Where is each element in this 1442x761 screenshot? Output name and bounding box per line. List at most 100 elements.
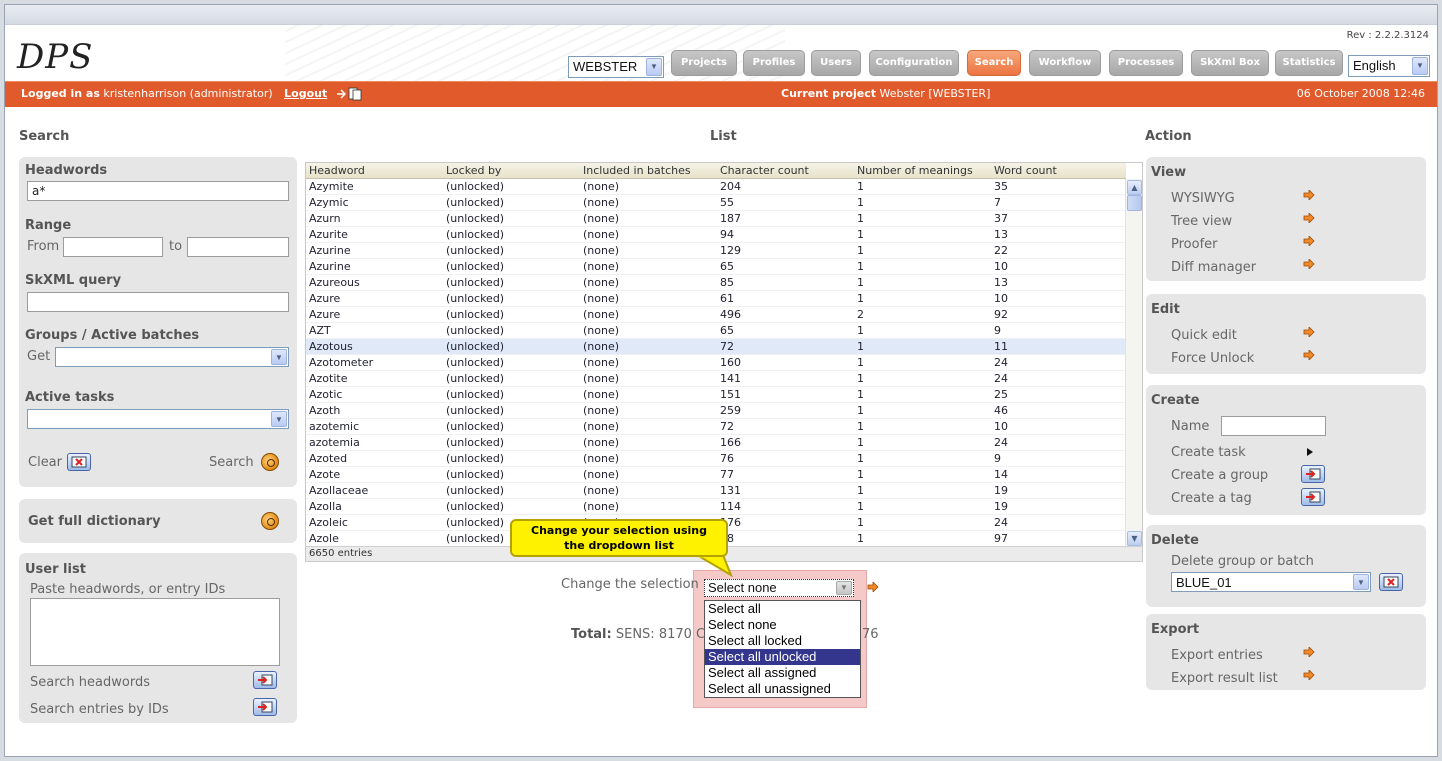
arrow-right-icon[interactable]	[1303, 236, 1315, 246]
view-diff-manager[interactable]: Diff manager	[1171, 260, 1256, 275]
column-header-meanings[interactable]: Number of meanings	[857, 164, 973, 177]
nav-statistics[interactable]: Statistics	[1275, 50, 1343, 76]
revision-label: Rev : 2.2.2.3124	[1346, 30, 1429, 41]
nav-search[interactable]: Search	[967, 50, 1021, 76]
column-header-headword[interactable]: Headword	[309, 164, 365, 177]
table-row[interactable]: Azureous (unlocked) (none) 85 1 13	[306, 275, 1126, 291]
language-select[interactable]: English ▼	[1348, 55, 1430, 77]
nav-workflow[interactable]: Workflow	[1029, 50, 1101, 76]
table-row[interactable]: Azymic (unlocked) (none) 55 1 7	[306, 195, 1126, 211]
view-wysiwyg[interactable]: WYSIWYG	[1171, 191, 1235, 206]
table-row[interactable]: Azurine (unlocked) (none) 129 1 22	[306, 243, 1126, 259]
play-icon[interactable]	[1306, 447, 1314, 457]
export-title: Export	[1151, 622, 1200, 637]
view-proofer[interactable]: Proofer	[1171, 237, 1218, 252]
nav-skxml-box[interactable]: SkXml Box	[1191, 50, 1269, 76]
export-result-list[interactable]: Export result list	[1171, 671, 1278, 686]
column-header-char-count[interactable]: Character count	[720, 164, 809, 177]
table-row[interactable]: Azoted (unlocked) (none) 76 1 9	[306, 451, 1126, 467]
table-cell: (none)	[583, 452, 620, 465]
create-task[interactable]: Create task	[1171, 445, 1246, 460]
create-group[interactable]: Create a group	[1171, 468, 1268, 483]
table-cell: (unlocked)	[446, 324, 505, 337]
create-tag[interactable]: Create a tag	[1171, 491, 1252, 506]
scroll-down-icon[interactable]: ▼	[1127, 531, 1142, 546]
arrow-right-icon[interactable]	[1303, 647, 1315, 657]
table-row[interactable]: Azymite (unlocked) (none) 204 1 35	[306, 179, 1126, 195]
dropdown-option[interactable]: Select all unlocked	[705, 649, 860, 665]
table-row[interactable]: azotemia (unlocked) (none) 166 1 24	[306, 435, 1126, 451]
table-cell: (unlocked)	[446, 436, 505, 449]
view-title: View	[1151, 165, 1187, 180]
nav-configuration[interactable]: Configuration	[869, 50, 959, 76]
dropdown-option[interactable]: Select all	[705, 601, 860, 617]
table-row[interactable]: Azote (unlocked) (none) 77 1 14	[306, 467, 1126, 483]
table-row[interactable]: Azurn (unlocked) (none) 187 1 37	[306, 211, 1126, 227]
create-group-button[interactable]	[1301, 465, 1325, 483]
table-row[interactable]: Azolla (unlocked) (none) 114 1 19	[306, 499, 1126, 515]
table-row[interactable]: Azurine (unlocked) (none) 65 1 10	[306, 259, 1126, 275]
table-row[interactable]: Azurite (unlocked) (none) 94 1 13	[306, 227, 1126, 243]
arrow-right-icon[interactable]	[1303, 670, 1315, 680]
apply-selection-icon[interactable]	[867, 582, 879, 592]
user-list-textarea[interactable]	[30, 598, 280, 666]
table-row[interactable]: AZT (unlocked) (none) 65 1 9	[306, 323, 1126, 339]
arrow-right-icon[interactable]	[1303, 327, 1315, 337]
column-header-batches[interactable]: Included in batches	[583, 164, 691, 177]
table-cell: (none)	[583, 468, 620, 481]
groups-select[interactable]: ▼	[55, 347, 289, 367]
search-ids-button[interactable]	[253, 698, 277, 716]
arrow-right-icon[interactable]	[1303, 259, 1315, 269]
table-row[interactable]: Azotous (unlocked) (none) 72 1 11	[306, 339, 1126, 355]
scroll-up-icon[interactable]: ▲	[1127, 180, 1142, 195]
dropdown-option[interactable]: Select all locked	[705, 633, 860, 649]
table-row[interactable]: Azure (unlocked) (none) 61 1 10	[306, 291, 1126, 307]
export-entries[interactable]: Export entries	[1171, 648, 1263, 663]
name-input[interactable]	[1221, 416, 1326, 436]
delete-group-select[interactable]: BLUE_01 ▼	[1171, 572, 1371, 592]
range-to-input[interactable]	[187, 237, 289, 257]
clear-button[interactable]	[67, 453, 91, 471]
nav-projects[interactable]: Projects	[671, 50, 737, 76]
table-row[interactable]: Azoth (unlocked) (none) 259 1 46	[306, 403, 1126, 419]
active-tasks-select[interactable]: ▼	[27, 409, 289, 429]
nav-processes[interactable]: Processes	[1109, 50, 1183, 76]
table-scrollbar[interactable]: ▲ ▼	[1125, 179, 1142, 547]
arrow-right-icon[interactable]	[1303, 213, 1315, 223]
arrow-right-icon[interactable]	[1303, 190, 1315, 200]
table-cell: (none)	[583, 276, 620, 289]
force-unlock[interactable]: Force Unlock	[1171, 351, 1254, 366]
nav-profiles[interactable]: Profiles	[743, 50, 805, 76]
logout-link[interactable]: Logout	[284, 87, 327, 100]
selection-select[interactable]: Select none ▼	[704, 579, 854, 597]
search-headwords-button[interactable]	[253, 671, 277, 689]
table-row[interactable]: Azollaceae (unlocked) (none) 131 1 19	[306, 483, 1126, 499]
table-cell: 1	[857, 212, 864, 225]
skxml-query-input[interactable]	[27, 292, 289, 312]
table-row[interactable]: azotemic (unlocked) (none) 72 1 10	[306, 419, 1126, 435]
view-tree[interactable]: Tree view	[1171, 214, 1232, 229]
column-header-locked-by[interactable]: Locked by	[446, 164, 501, 177]
scroll-thumb[interactable]	[1127, 195, 1142, 211]
search-icon[interactable]	[261, 453, 279, 471]
dropdown-option[interactable]: Select all unassigned	[705, 681, 860, 697]
table-row[interactable]: Azure (unlocked) (none) 496 2 92	[306, 307, 1126, 323]
dropdown-option[interactable]: Select none	[705, 617, 860, 633]
table-row[interactable]: Azotic (unlocked) (none) 151 1 25	[306, 387, 1126, 403]
table-row[interactable]: Azotometer (unlocked) (none) 160 1 24	[306, 355, 1126, 371]
table-row[interactable]: Azotite (unlocked) (none) 141 1 24	[306, 371, 1126, 387]
project-select[interactable]: WEBSTER ▼	[568, 56, 664, 78]
full-dictionary-icon[interactable]	[261, 512, 279, 530]
quick-edit[interactable]: Quick edit	[1171, 328, 1237, 343]
table-cell: 37	[994, 212, 1008, 225]
arrow-right-icon[interactable]	[1303, 350, 1315, 360]
headwords-input[interactable]: a*	[27, 181, 289, 201]
column-header-word-count[interactable]: Word count	[994, 164, 1057, 177]
switch-user-icon[interactable]	[335, 87, 365, 101]
create-tag-button[interactable]	[1301, 488, 1325, 506]
delete-button[interactable]	[1379, 573, 1403, 591]
dropdown-option[interactable]: Select all assigned	[705, 665, 860, 681]
nav-users[interactable]: Users	[811, 50, 861, 76]
table-cell: 65	[720, 324, 734, 337]
range-from-input[interactable]	[63, 237, 163, 257]
